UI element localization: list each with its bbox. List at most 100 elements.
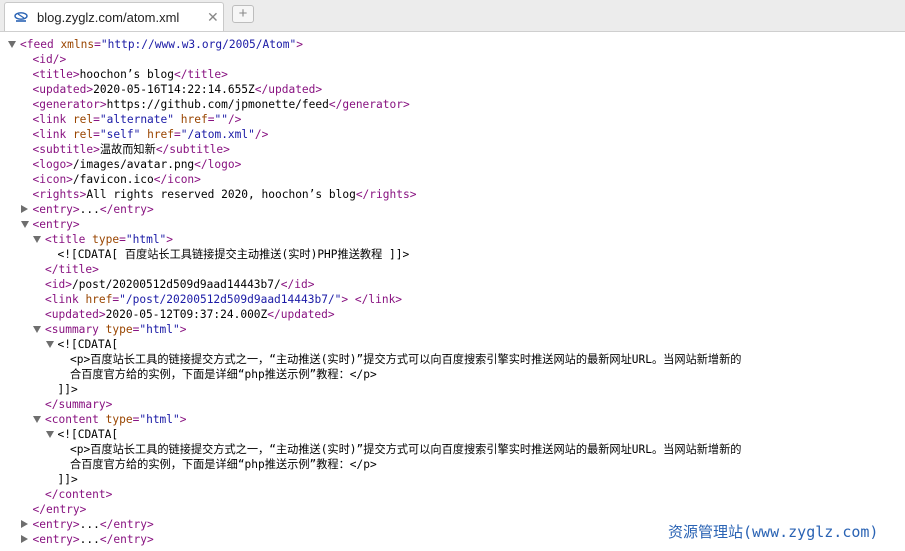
xml-line: <entry>...</entry> bbox=[33, 202, 154, 217]
collapse-toggle-icon[interactable] bbox=[33, 326, 41, 333]
expand-toggle-icon[interactable] bbox=[20, 520, 28, 528]
expand-toggle-icon[interactable] bbox=[20, 205, 28, 213]
xml-attr-name: rel bbox=[72, 128, 94, 141]
new-tab-button[interactable]: + bbox=[232, 5, 254, 23]
xml-tag: <icon> bbox=[32, 173, 73, 186]
xml-line: </summary> bbox=[45, 397, 112, 412]
xml-attr-value: "html" bbox=[139, 323, 180, 336]
collapse-toggle-icon[interactable] bbox=[33, 416, 41, 423]
xml-tag: </subtitle> bbox=[155, 143, 230, 156]
xml-tag: > bbox=[296, 38, 303, 51]
xml-line: <id>/post/20200512d509d9aad14443b7/</id> bbox=[45, 277, 314, 292]
xml-text: /images/avatar.png bbox=[72, 158, 195, 171]
xml-tag: </generator> bbox=[328, 98, 410, 111]
xml-text: All rights reserved 2020, hoochon’s blog bbox=[86, 188, 356, 201]
xml-line: <subtitle>温故而知新</subtitle> bbox=[33, 142, 230, 157]
xml-text: /favicon.ico bbox=[72, 173, 154, 186]
xml-tag: <entry> bbox=[32, 518, 80, 531]
xml-space bbox=[66, 128, 73, 141]
xml-tag: <summary bbox=[45, 323, 99, 336]
xml-cdata: ]]> bbox=[57, 473, 78, 486]
collapse-toggle-icon[interactable] bbox=[45, 341, 54, 348]
watermark-text: 资源管理站(www.zyglz.com) bbox=[668, 523, 879, 541]
xml-tag: </icon> bbox=[153, 173, 201, 186]
xml-line: </title> bbox=[45, 262, 99, 277]
xml-line: <entry> bbox=[33, 217, 80, 232]
xml-cdata: <![CDATA[ 百度站长工具链接提交主动推送(实时)PHP推送教程 ]]> bbox=[57, 248, 410, 261]
xml-tree-viewer: <feed xmlns="http://www.w3.org/2005/Atom… bbox=[0, 37, 905, 551]
xml-attr-value: "html" bbox=[125, 233, 167, 246]
xml-tag: > </link> bbox=[341, 293, 403, 306]
xml-tag: </title> bbox=[173, 68, 228, 81]
browser-tab[interactable]: blog.zyglz.com/atom.xml ✕ bbox=[4, 2, 224, 31]
xml-attr-name: href bbox=[180, 113, 208, 126]
xml-line: <content type="html"> bbox=[45, 412, 187, 427]
xml-line: <entry>...</entry> bbox=[33, 532, 154, 547]
xml-line: <![CDATA[ bbox=[58, 337, 119, 352]
xml-line: <link href="/post/20200512d509d9aad14443… bbox=[45, 292, 402, 307]
xml-line: <summary type="html"> bbox=[45, 322, 187, 337]
expand-toggle-icon[interactable] bbox=[20, 535, 28, 543]
tab-title: blog.zyglz.com/atom.xml bbox=[37, 10, 180, 25]
collapse-toggle-icon[interactable] bbox=[33, 236, 41, 243]
xml-tag: <link bbox=[45, 293, 79, 306]
xml-tag: <title bbox=[45, 233, 86, 246]
xml-text: 温故而知新 bbox=[99, 143, 156, 156]
xml-tag: /> bbox=[254, 128, 269, 141]
xml-tag: </content> bbox=[45, 488, 113, 501]
xml-attr-value: "self" bbox=[99, 128, 141, 141]
xml-line: <title>hoochon’s blog</title> bbox=[33, 67, 228, 82]
xml-attr-name: type bbox=[105, 413, 133, 426]
xml-tag: > bbox=[166, 233, 174, 246]
xml-attr-name: href bbox=[85, 293, 113, 306]
xml-equals: = bbox=[94, 38, 101, 51]
xml-tag: <entry> bbox=[32, 533, 80, 546]
xml-tag: <subtitle> bbox=[32, 143, 100, 156]
xml-attr-value: "alternate" bbox=[99, 113, 174, 126]
xml-attr-name: type bbox=[92, 233, 120, 246]
xml-tag: <id/> bbox=[32, 53, 67, 66]
xml-equals: = bbox=[93, 113, 100, 126]
xml-space bbox=[66, 113, 73, 126]
close-tab-icon[interactable]: ✕ bbox=[207, 9, 219, 26]
xml-attr-value: "/atom.xml" bbox=[180, 128, 255, 141]
xml-line: <title type="html"> bbox=[45, 232, 173, 247]
xml-line: <p>百度站长工具的链接提交方式之一，“主动推送(实时)”提交方式可以向百度搜索… bbox=[70, 442, 741, 457]
xml-ellipsis: ... bbox=[79, 518, 100, 531]
xml-tag: </rights> bbox=[355, 188, 417, 201]
xml-attr-value: "html" bbox=[139, 413, 180, 426]
xml-line: <rights>All rights reserved 2020, hoocho… bbox=[33, 187, 417, 202]
xml-line: <p>百度站长工具的链接提交方式之一，“主动推送(实时)”提交方式可以向百度搜索… bbox=[70, 352, 741, 367]
xml-cdata: <p>百度站长工具的链接提交方式之一，“主动推送(实时)”提交方式可以向百度搜索… bbox=[70, 353, 742, 366]
xml-ellipsis: ... bbox=[79, 203, 100, 216]
xml-line: <logo>/images/avatar.png</logo> bbox=[33, 157, 242, 172]
xml-tag: <rights> bbox=[32, 188, 87, 201]
xml-tag: <entry> bbox=[32, 203, 80, 216]
collapse-toggle-icon[interactable] bbox=[45, 431, 54, 438]
tab-strip: blog.zyglz.com/atom.xml ✕ + bbox=[0, 0, 905, 32]
xml-line: <generator>https://github.com/jpmonette/… bbox=[33, 97, 410, 112]
xml-line: </content> bbox=[45, 487, 112, 502]
xml-attr-name: xmlns bbox=[60, 38, 95, 51]
collapse-toggle-icon[interactable] bbox=[20, 221, 29, 228]
xml-line: <feed xmlns="http://www.w3.org/2005/Atom… bbox=[20, 37, 303, 52]
xml-attr-name: type bbox=[105, 323, 133, 336]
xml-tag: /> bbox=[227, 113, 242, 126]
xml-tag: </entry> bbox=[32, 503, 87, 516]
xml-tag: </title> bbox=[45, 263, 99, 276]
xml-tag: <content bbox=[45, 413, 99, 426]
xml-attr-value: "http://www.w3.org/2005/Atom" bbox=[100, 38, 297, 51]
collapse-toggle-icon[interactable] bbox=[8, 41, 16, 48]
xml-attr-value: "" bbox=[214, 113, 228, 126]
xml-space bbox=[174, 113, 181, 126]
xml-cdata: 合百度官方给的实例，下面是详细“php推送示例”教程：</p> bbox=[70, 368, 377, 381]
xml-line: <updated>2020-05-16T14:22:14.655Z</updat… bbox=[33, 82, 323, 97]
xml-text: 2020-05-12T09:37:24.000Z bbox=[105, 308, 268, 321]
xml-text: /post/20200512d509d9aad14443b7/ bbox=[71, 278, 281, 291]
xml-tag: <entry> bbox=[32, 218, 80, 231]
plus-icon: + bbox=[238, 5, 248, 22]
xml-tag: > bbox=[179, 323, 187, 336]
xml-text: hoochon’s blog bbox=[79, 68, 174, 81]
xml-cdata: ]]> bbox=[57, 383, 78, 396]
xml-tag: </entry> bbox=[99, 203, 154, 216]
